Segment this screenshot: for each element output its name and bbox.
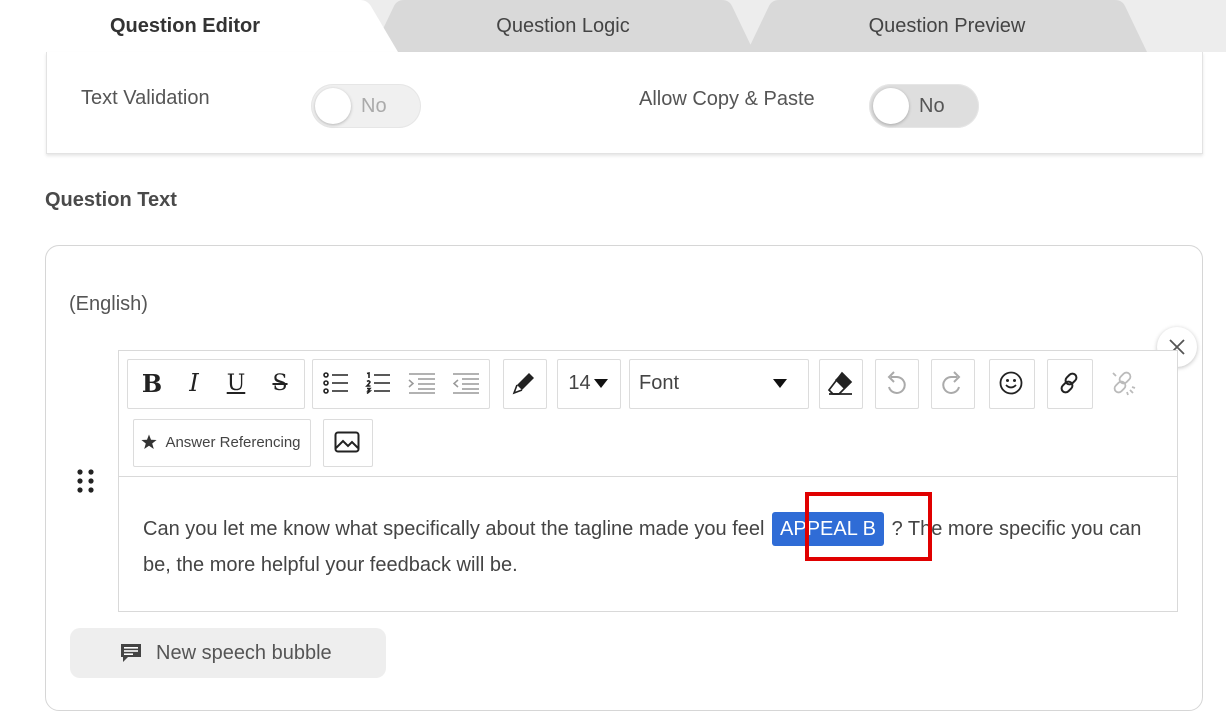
answer-referencing-button[interactable]: Answer Referencing [135, 421, 307, 463]
toggle-knob [315, 88, 351, 124]
toolbar-divider [119, 476, 1177, 477]
text-validation-label: Text Validation [81, 87, 210, 109]
italic-icon: I [189, 369, 199, 397]
indent-icon [408, 373, 435, 394]
bullet-list-button[interactable] [319, 363, 353, 403]
speech-bubble-icon [121, 644, 141, 662]
tab-question-preview[interactable]: Question Preview [747, 0, 1147, 52]
new-speech-bubble-button[interactable]: New speech bubble [70, 628, 386, 678]
unlink-icon [1112, 371, 1136, 396]
drag-handle-icon [77, 469, 94, 493]
tab-question-editor-label: Question Editor [110, 14, 260, 37]
bold-icon: B [141, 368, 163, 398]
text-color-icon [512, 373, 534, 395]
text-color-button[interactable] [505, 363, 543, 403]
tab-question-editor[interactable]: Question Editor [0, 0, 398, 52]
text-validation-toggle[interactable]: No [311, 84, 421, 128]
numbered-list-button[interactable] [361, 363, 395, 403]
section-title: Question Text [45, 189, 177, 211]
outdent-button[interactable] [449, 363, 483, 403]
image-button[interactable] [325, 421, 369, 463]
font-family-select[interactable]: Font [631, 363, 805, 403]
allow-copy-paste-label: Allow Copy & Paste [639, 88, 815, 110]
strikethrough-icon: S [272, 370, 288, 396]
tab-question-logic-label: Question Logic [496, 14, 630, 37]
toggle-state: No [919, 95, 945, 117]
chevron-down-icon [593, 378, 608, 388]
indent-button[interactable] [405, 363, 439, 403]
strikethrough-button[interactable]: S [263, 363, 297, 403]
outdent-icon [452, 373, 479, 394]
tab-question-preview-label: Question Preview [868, 14, 1026, 37]
answer-tag[interactable]: APPEAL B [772, 512, 885, 546]
tab-question-logic[interactable]: Question Logic [372, 0, 754, 52]
language-label: (English) [69, 293, 148, 315]
italic-button[interactable]: I [177, 363, 211, 403]
new-speech-bubble-label: New speech bubble [156, 641, 332, 664]
rich-text-editor[interactable]: B I U S 14 Font Answer Referencing Can y… [118, 350, 1178, 612]
redo-icon [942, 371, 961, 394]
redo-button[interactable] [933, 363, 971, 403]
image-icon [334, 431, 360, 453]
numbered-list-icon [365, 372, 390, 394]
toggle-knob [873, 88, 909, 124]
allow-copy-paste-toggle[interactable]: No [869, 84, 979, 128]
bullet-list-icon [323, 372, 348, 394]
font-family-value: Font [639, 371, 680, 394]
clear-format-icon [827, 371, 853, 395]
undo-icon [887, 371, 906, 394]
font-size-select[interactable]: 14 [559, 363, 617, 403]
font-size-value: 14 [568, 371, 591, 394]
link-button[interactable] [1049, 363, 1089, 403]
toggle-state: No [361, 95, 387, 117]
link-icon [1060, 372, 1078, 394]
editor-content[interactable]: Can you let me know what specifically ab… [143, 511, 1153, 583]
drag-handle[interactable] [75, 468, 97, 496]
settings-card [46, 52, 1203, 154]
star-icon [141, 434, 158, 449]
emoji-button[interactable] [991, 363, 1031, 403]
underline-icon: U [226, 370, 246, 396]
clear-format-button[interactable] [821, 363, 859, 403]
undo-button[interactable] [877, 363, 915, 403]
underline-button[interactable]: U [219, 363, 253, 403]
tab-bar: Question Logic Question Preview Question… [0, 0, 1226, 52]
unlink-button[interactable] [1103, 363, 1143, 403]
content-text-before: Can you let me know what specifically ab… [143, 518, 765, 540]
bold-button[interactable]: B [135, 363, 169, 403]
emoji-icon [999, 371, 1023, 395]
chevron-down-icon [773, 379, 787, 388]
answer-referencing-label: Answer Referencing [165, 433, 301, 451]
